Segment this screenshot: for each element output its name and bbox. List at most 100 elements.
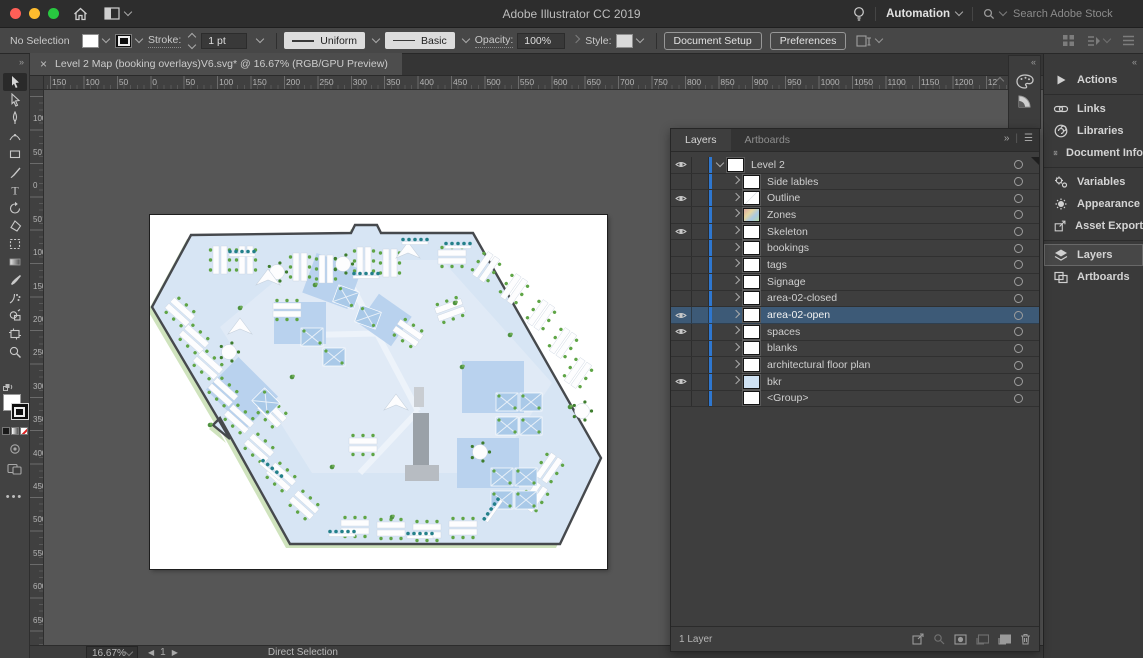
gradient-panel-icon[interactable] xyxy=(1017,94,1033,109)
layer-target-circle[interactable] xyxy=(1014,327,1023,336)
dock-item-artboards[interactable]: Artboards xyxy=(1044,266,1143,288)
layer-row[interactable]: bookings xyxy=(671,240,1039,257)
document-setup-button[interactable]: Document Setup xyxy=(664,32,762,50)
layer-row[interactable]: area-02-open xyxy=(671,307,1039,324)
dock-item-actions[interactable]: Actions xyxy=(1044,69,1143,91)
layer-name[interactable]: blanks xyxy=(767,342,797,354)
layer-thumbnail[interactable] xyxy=(743,308,760,322)
layer-thumbnail[interactable] xyxy=(743,241,760,255)
layer-target-circle[interactable] xyxy=(1014,277,1023,286)
lock-toggle[interactable] xyxy=(692,174,709,190)
layer-name[interactable]: Skeleton xyxy=(767,226,808,238)
artboard-navigation[interactable]: ◀1▶ xyxy=(148,647,178,658)
variable-width-profile-button[interactable]: Uniform xyxy=(284,32,365,49)
expand-chevron[interactable] xyxy=(728,263,743,266)
layer-thumbnail[interactable] xyxy=(743,291,760,305)
layer-thumbnail[interactable] xyxy=(743,391,760,405)
layer-name[interactable]: bkr xyxy=(767,376,782,388)
eyedropper-tool[interactable] xyxy=(3,271,27,289)
visibility-toggle[interactable] xyxy=(671,257,692,273)
pen-tool[interactable] xyxy=(3,109,27,127)
visibility-toggle[interactable] xyxy=(671,190,692,206)
gradient-button[interactable] xyxy=(11,427,19,435)
dock-item-links[interactable]: Links xyxy=(1044,98,1143,120)
layer-thumbnail[interactable] xyxy=(743,191,760,205)
layer-name[interactable]: Level 2 xyxy=(751,159,785,171)
layer-target-circle[interactable] xyxy=(1014,311,1023,320)
lock-toggle[interactable] xyxy=(692,357,709,373)
search-adobe-stock-input[interactable]: Search Adobe Stock xyxy=(983,8,1133,20)
expand-chevron[interactable] xyxy=(728,247,743,250)
layer-row[interactable]: <Group> xyxy=(671,391,1039,408)
type-tool[interactable]: T xyxy=(3,181,27,199)
layer-thumbnail[interactable] xyxy=(743,258,760,272)
layer-row[interactable]: Level 2 xyxy=(671,157,1039,174)
dock-collapse-icon[interactable]: « xyxy=(1044,54,1143,69)
swap-fill-stroke-icon[interactable] xyxy=(3,383,13,392)
layer-name[interactable]: Side lables xyxy=(767,176,818,188)
stroke-panel-link[interactable]: Stroke: xyxy=(148,34,181,48)
home-icon[interactable] xyxy=(73,7,88,21)
lightbulb-icon[interactable] xyxy=(853,6,865,22)
layer-name[interactable]: architectural floor plan xyxy=(767,359,870,371)
visibility-toggle[interactable] xyxy=(671,274,692,290)
collect-for-export-icon[interactable] xyxy=(912,633,924,645)
layer-thumbnail[interactable] xyxy=(743,208,760,222)
selection-tool[interactable] xyxy=(3,73,27,91)
stroke-weight-field[interactable]: 1 pt xyxy=(201,33,247,49)
expand-chevron[interactable] xyxy=(728,364,743,367)
lock-toggle[interactable] xyxy=(692,224,709,240)
direct-selection-tool[interactable] xyxy=(3,91,27,109)
visibility-toggle[interactable] xyxy=(671,357,692,373)
stroke-color-control[interactable] xyxy=(115,34,142,48)
layer-name[interactable]: Outline xyxy=(767,192,800,204)
expand-chevron[interactable] xyxy=(728,230,743,233)
layer-target-circle[interactable] xyxy=(1014,377,1023,386)
layer-row[interactable]: Side lables xyxy=(671,174,1039,191)
style-swatch[interactable] xyxy=(616,34,633,48)
paintbrush-tool[interactable] xyxy=(3,163,27,181)
opacity-panel-link[interactable]: Opacity: xyxy=(475,34,514,48)
new-layer-icon[interactable] xyxy=(998,634,1011,645)
make-clipping-mask-icon[interactable] xyxy=(954,634,967,645)
layer-thumbnail[interactable] xyxy=(727,158,744,172)
panel-menu-icon[interactable]: ☰ xyxy=(1024,133,1033,144)
visibility-toggle[interactable] xyxy=(671,240,692,256)
expand-chevron[interactable] xyxy=(712,163,727,166)
lock-toggle[interactable] xyxy=(692,190,709,206)
lock-toggle[interactable] xyxy=(692,207,709,223)
drawing-modes-button[interactable] xyxy=(8,443,22,455)
zoom-level-field[interactable]: 16.67% xyxy=(86,646,138,658)
artboard-tool[interactable] xyxy=(3,325,27,343)
layer-thumbnail[interactable] xyxy=(743,375,760,389)
expand-chevron[interactable] xyxy=(728,347,743,350)
layer-thumbnail[interactable] xyxy=(743,225,760,239)
layer-target-circle[interactable] xyxy=(1014,210,1023,219)
dock-item-variables[interactable]: Variables xyxy=(1044,171,1143,193)
layer-target-circle[interactable] xyxy=(1014,260,1023,269)
gradient-tool[interactable] xyxy=(3,253,27,271)
layer-target-circle[interactable] xyxy=(1014,160,1023,169)
layer-target-circle[interactable] xyxy=(1014,294,1023,303)
expand-chevron[interactable] xyxy=(728,180,743,183)
layer-target-circle[interactable] xyxy=(1014,194,1023,203)
vertical-ruler[interactable]: 1501005005010015020025030035040045050055… xyxy=(30,90,44,645)
layer-name[interactable]: bookings xyxy=(767,242,809,254)
lock-toggle[interactable] xyxy=(692,307,709,323)
collapse-panels-icon[interactable]: « xyxy=(1031,56,1040,69)
layer-row[interactable]: Zones xyxy=(671,207,1039,224)
toolbar-expand-icon[interactable]: » xyxy=(19,54,29,73)
layer-thumbnail[interactable] xyxy=(743,341,760,355)
color-panel-icon[interactable] xyxy=(1016,74,1034,89)
lock-toggle[interactable] xyxy=(692,374,709,390)
layer-name[interactable]: Signage xyxy=(767,276,806,288)
close-window-button[interactable] xyxy=(10,8,21,19)
visibility-toggle[interactable] xyxy=(671,341,692,357)
minimize-window-button[interactable] xyxy=(29,8,40,19)
layer-row[interactable]: tags xyxy=(671,257,1039,274)
layer-row[interactable]: Skeleton xyxy=(671,224,1039,241)
layer-target-circle[interactable] xyxy=(1014,394,1023,403)
layer-thumbnail[interactable] xyxy=(743,275,760,289)
fill-stroke-indicator[interactable] xyxy=(2,394,28,420)
edit-toolbar-button[interactable]: ••• xyxy=(6,491,24,503)
